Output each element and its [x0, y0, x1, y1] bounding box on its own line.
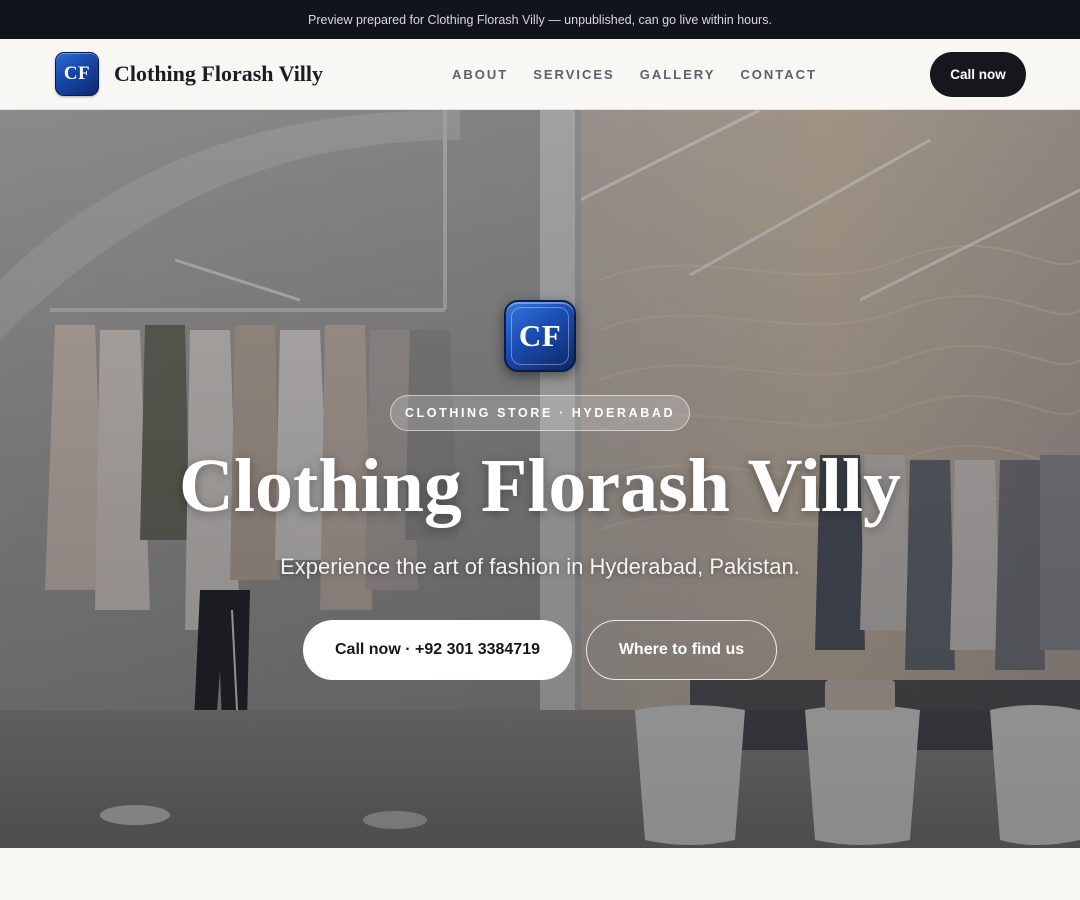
- nav-services[interactable]: SERVICES: [533, 67, 615, 82]
- preview-banner-text: Preview prepared for Clothing Florash Vi…: [308, 12, 772, 27]
- site-header: CF Clothing Florash Villy ABOUT SERVICES…: [0, 39, 1080, 110]
- main-nav: ABOUT SERVICES GALLERY CONTACT: [452, 39, 842, 109]
- call-phone-button[interactable]: Call now · +92 301 3384719: [303, 620, 572, 680]
- find-us-button[interactable]: Where to find us: [586, 620, 777, 680]
- call-now-button[interactable]: Call now: [930, 52, 1026, 97]
- hero-category-badge: CLOTHING STORE · HYDERABAD: [390, 395, 690, 431]
- brand-name: Clothing Florash Villy: [114, 61, 324, 86]
- nav-about[interactable]: ABOUT: [452, 67, 508, 82]
- hero-section: CF CLOTHING STORE · HYDERABAD Clothing F…: [0, 110, 1080, 848]
- brand-logo-icon: CF: [55, 52, 99, 96]
- hero-logo-icon: CF: [504, 300, 576, 372]
- hero-subtitle: Experience the art of fashion in Hyderab…: [280, 554, 800, 579]
- nav-contact[interactable]: CONTACT: [740, 67, 817, 82]
- nav-gallery[interactable]: GALLERY: [640, 67, 716, 82]
- hero-title: Clothing Florash Villy: [178, 444, 902, 528]
- preview-banner: Preview prepared for Clothing Florash Vi…: [0, 0, 1080, 39]
- brand-link[interactable]: CF Clothing Florash Villy: [55, 52, 323, 96]
